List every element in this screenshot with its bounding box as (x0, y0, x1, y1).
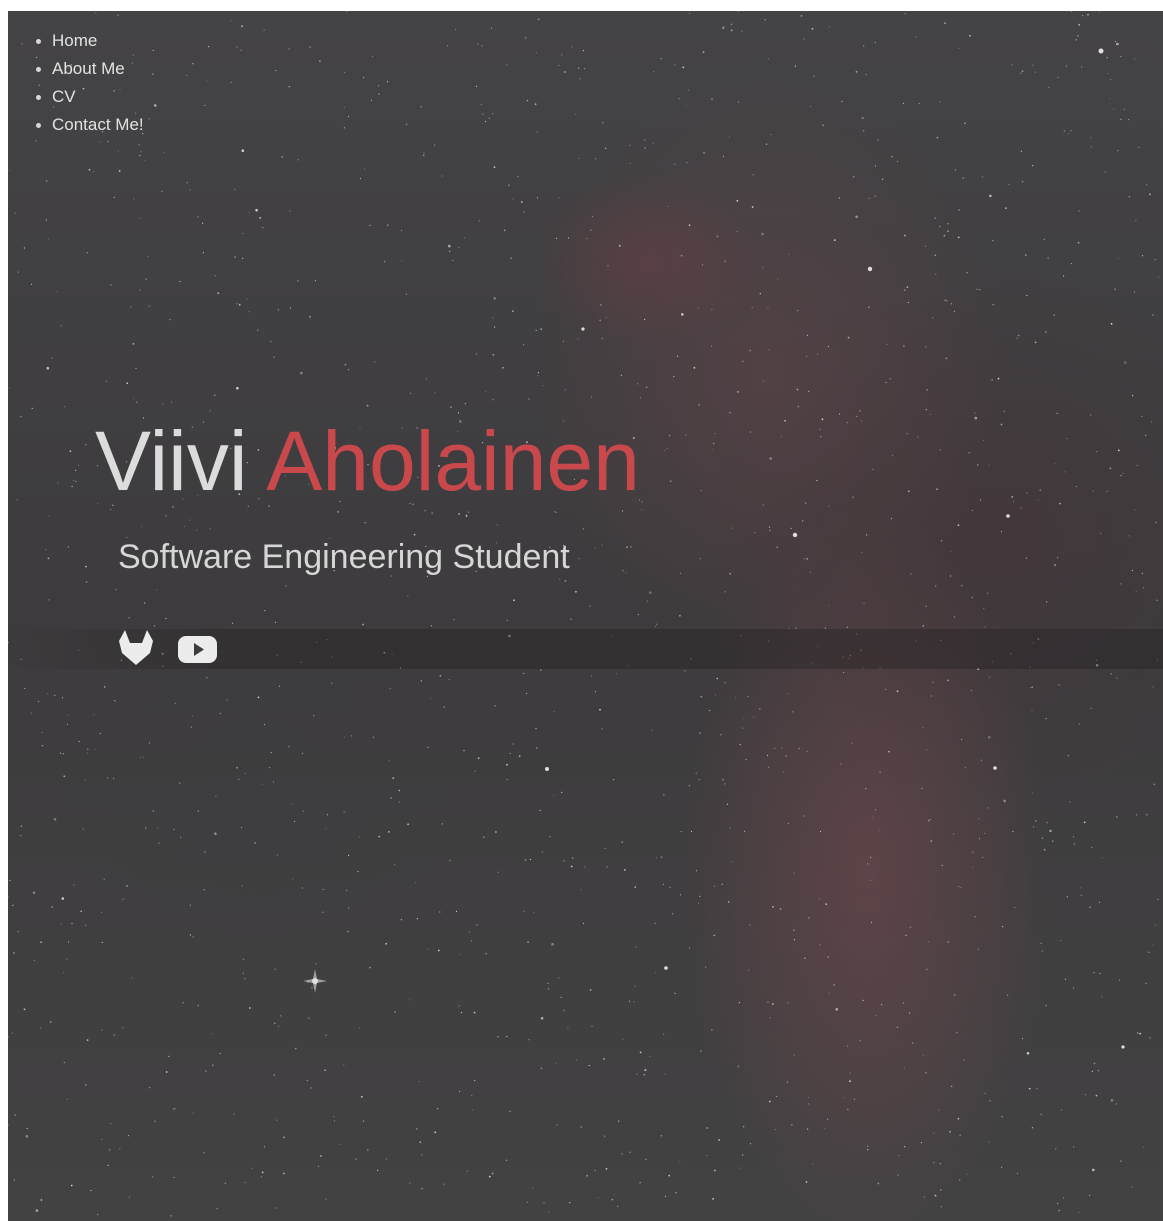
nav-item-home: Home (8, 29, 144, 57)
gitlab-icon (119, 630, 153, 665)
bullet-icon (36, 67, 41, 72)
nav-link-cv[interactable]: CV (52, 87, 76, 106)
youtube-link[interactable] (178, 629, 218, 669)
nav-list: Home About Me CV Contact Me! (8, 29, 144, 141)
nav-item-about-me: About Me (8, 57, 144, 85)
bullet-icon (36, 39, 41, 44)
bullet-icon (36, 123, 41, 128)
hero-background: Home About Me CV Contact Me! Viivi Ahola… (8, 11, 1163, 1221)
main-navigation: Home About Me CV Contact Me! (8, 29, 144, 141)
nav-link-about-me[interactable]: About Me (52, 59, 125, 78)
bullet-icon (36, 95, 41, 100)
hero-subtitle: Software Engineering Student (118, 538, 570, 576)
hero-name-heading: Viivi Aholainen (95, 406, 640, 516)
nav-link-home[interactable]: Home (52, 31, 97, 50)
starfield-background (8, 11, 1160, 1217)
nav-item-cv: CV (8, 85, 144, 113)
last-name: Aholainen (266, 414, 640, 508)
gitlab-link[interactable] (116, 629, 156, 669)
first-name: Viivi (95, 414, 248, 508)
nav-item-contact-me: Contact Me! (8, 113, 144, 141)
youtube-icon (178, 636, 217, 663)
nav-link-contact-me[interactable]: Contact Me! (52, 115, 144, 134)
